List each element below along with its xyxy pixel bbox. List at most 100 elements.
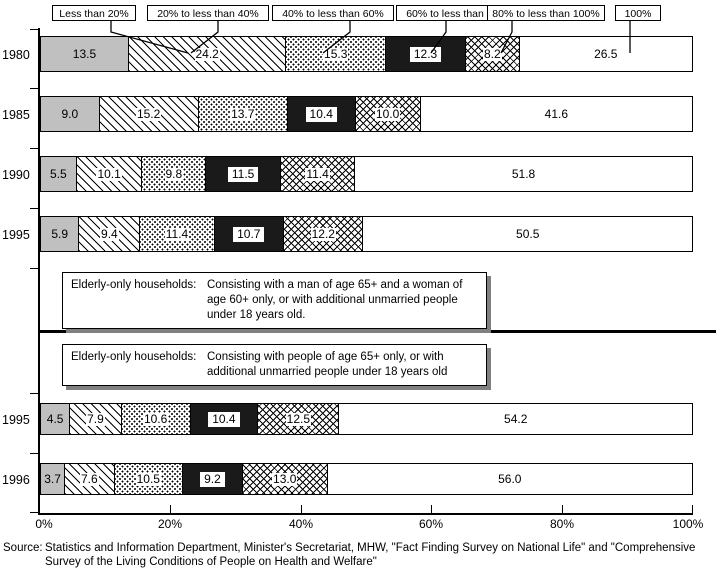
bar-segment: 4.5 <box>41 404 71 434</box>
y-axis-tick <box>30 268 39 269</box>
x-axis-line <box>38 513 693 515</box>
bar-segment: 50.5 <box>363 217 692 251</box>
y-axis-tick <box>30 88 39 89</box>
legend-tail-5-icon <box>629 21 631 53</box>
note-definition-line3: under 18 years old. <box>207 309 306 321</box>
bar-segment: 15.2 <box>99 97 199 131</box>
row-label-1995-upper: 1995 <box>2 228 30 242</box>
note-line: age 60+ only, or with additional unmarri… <box>71 293 478 308</box>
note-elderly-only-households-lower: Elderly-only households: Consisting with… <box>62 344 487 386</box>
note-term: Elderly-only households: <box>71 279 197 291</box>
bar-segment: 12.3 <box>386 37 467 71</box>
bar-segment: 9.2 <box>182 464 243 494</box>
legend-tail-2-icon <box>322 21 351 54</box>
table-row: 5.9 9.4 11.4 10.7 12.2 50.5 <box>40 216 693 252</box>
stacked-bar-chart: Less than 20% 20% to less than 40% 40% t… <box>0 0 721 575</box>
segment-value: 10.7 <box>233 226 265 242</box>
bar-segment: 26.5 <box>519 37 692 71</box>
segment-value: 12.2 <box>310 226 336 241</box>
bar-segment: 10.4 <box>287 97 356 131</box>
legend-label: 100% <box>624 8 652 20</box>
row-label-1980: 1980 <box>2 48 30 62</box>
bar-segment: 9.8 <box>142 157 207 191</box>
x-axis-label-80: 80% <box>549 517 575 531</box>
segment-value: 7.9 <box>86 411 105 426</box>
segment-value: 13.5 <box>72 46 97 61</box>
bar-segment: 12.5 <box>258 404 340 434</box>
bar-segment: 9.0 <box>41 97 100 131</box>
bar-segment: 7.6 <box>65 464 115 494</box>
bar-segment: 5.9 <box>41 217 80 251</box>
segment-value: 13.0 <box>272 471 298 486</box>
segment-value: 11.4 <box>305 166 330 181</box>
y-axis-tick <box>30 453 39 454</box>
segment-value: 9.0 <box>61 106 79 121</box>
segment-value: 50.5 <box>516 226 540 241</box>
bar-segment: 7.9 <box>70 404 122 434</box>
bar-segment: 10.5 <box>114 464 183 494</box>
x-axis-label-60: 60% <box>418 517 444 531</box>
bar-segment: 51.8 <box>355 157 692 191</box>
segment-value: 10.5 <box>135 471 161 486</box>
bar-segment: 13.7 <box>198 97 288 131</box>
segment-value: 10.0 <box>374 106 401 121</box>
legend-tail-0-icon <box>110 21 189 54</box>
note-definition-line2: age 60+ only, or with additional unmarri… <box>207 294 458 306</box>
y-axis-tick <box>30 148 39 149</box>
y-axis-tick <box>30 512 39 513</box>
legend-item-20-to-40: 20% to less than 40% <box>147 5 269 21</box>
bar-segment: 11.4 <box>281 157 356 191</box>
segment-value: 5.5 <box>50 166 67 181</box>
legend-item-40-to-60: 40% to less than 60% <box>272 5 394 21</box>
bar-segment: 41.6 <box>420 97 692 131</box>
x-axis-tick <box>431 505 432 514</box>
legend-tail-3-icon <box>430 21 447 54</box>
segment-value: 11.4 <box>164 226 190 241</box>
segment-value: 10.4 <box>305 106 337 122</box>
segment-value: 7.6 <box>80 471 99 486</box>
note-elderly-only-households-upper: Elderly-only households: Consisting with… <box>62 272 487 329</box>
segment-value: 56.0 <box>498 471 522 486</box>
table-row: 3.7 7.6 10.5 9.2 13.0 56.0 <box>40 463 693 495</box>
segment-value: 10.6 <box>142 411 169 426</box>
segment-value: 26.5 <box>594 46 618 61</box>
bar-segment: 9.4 <box>79 217 141 251</box>
source-line: Survey of the Living Conditions of Peopl… <box>3 555 718 569</box>
segment-value: 13.7 <box>230 106 256 121</box>
segment-value: 4.5 <box>46 411 64 426</box>
y-axis-tick <box>30 29 39 30</box>
row-label-1985: 1985 <box>2 108 30 122</box>
table-row: 5.5 10.1 9.8 11.5 11.4 51.8 <box>40 156 693 192</box>
source-label: Source: <box>3 542 43 554</box>
legend-label: 20% to less than 40% <box>157 8 259 20</box>
note-definition-line2: additional unmarried people under 18 yea… <box>207 366 448 378</box>
bar-segment: 12.2 <box>284 217 364 251</box>
x-axis-tick <box>562 505 563 514</box>
segment-value: 3.7 <box>44 471 61 486</box>
segment-value: 51.8 <box>511 166 536 181</box>
bar-segment: 11.4 <box>140 217 215 251</box>
legend-item-80-to-100: 80% to less than 100% <box>487 5 605 21</box>
bar-segment: 56.0 <box>327 464 692 494</box>
segment-value: 9.4 <box>100 226 119 241</box>
bar-segment: 13.0 <box>242 464 328 494</box>
x-axis-label-40: 40% <box>288 517 314 531</box>
legend-item-less-than-20: Less than 20% <box>52 5 136 21</box>
note-definition-line1: Consisting with people of age 65+ only, … <box>207 351 444 363</box>
bar-segment: 3.7 <box>41 464 66 494</box>
legend-tail-4-icon <box>500 21 513 54</box>
source-line: Source: Statistics and Information Depar… <box>3 541 718 555</box>
x-axis-tick <box>170 505 171 514</box>
note-line: Elderly-only households: Consisting with… <box>71 350 478 365</box>
segment-value: 41.6 <box>544 106 568 121</box>
table-row: 9.0 15.2 13.7 10.4 10.0 41.6 <box>40 96 693 132</box>
segment-value: 10.1 <box>96 166 122 181</box>
bar-segment: 11.5 <box>206 157 281 191</box>
segment-value: 12.5 <box>285 411 311 426</box>
legend-item-100: 100% <box>615 5 661 21</box>
note-line: Elderly-only households: Consisting with… <box>71 278 478 293</box>
x-axis-tick <box>39 505 40 514</box>
segment-value: 8.2 <box>482 46 502 61</box>
x-axis-label-20: 20% <box>157 517 183 531</box>
note-line: additional unmarried people under 18 yea… <box>71 365 478 380</box>
